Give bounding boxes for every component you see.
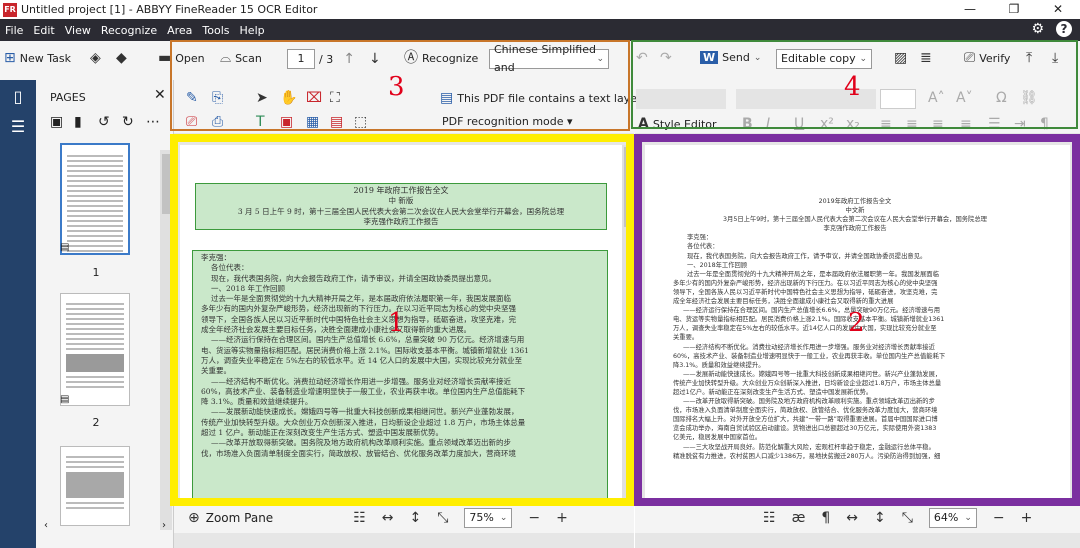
menu-bar: File Edit View Recognize Area Tools Help… (0, 19, 1080, 41)
page-thumbnail-3[interactable] (60, 446, 130, 526)
image-zoom-select[interactable]: 75% ⌄ (464, 508, 513, 528)
minimize-button[interactable]: — (948, 0, 992, 19)
zoom-pane-button[interactable]: ⊕ Zoom Pane (188, 511, 273, 525)
page-number-2: 2 (92, 416, 100, 429)
thumbnail-doc-icon: ▤ (60, 242, 70, 253)
page-number-1: 1 (92, 266, 100, 279)
menu-help[interactable]: Help (235, 24, 270, 37)
layers-add-icon[interactable]: ◈ (90, 51, 101, 65)
pages-scroll-left-icon[interactable]: ‹ (44, 520, 48, 531)
areas-nav-icon[interactable]: ☰ (0, 112, 36, 142)
pages-panel: PAGES ✕ ▣ ▮ ↺ ↻ ⋯ ▤ 1 ▤ 2 ‹ › (36, 80, 174, 548)
page-thumbnail-1[interactable] (60, 143, 130, 255)
annotation-number-1: 1 (388, 308, 405, 338)
close-button[interactable]: ✕ (1036, 0, 1080, 19)
delete-pages-icon[interactable]: ▮ (74, 114, 82, 130)
chevron-down-icon: ⌄ (964, 513, 972, 523)
menu-area[interactable]: Area (162, 24, 197, 37)
layers-icon[interactable]: ◆ (116, 51, 127, 65)
thumbnail-doc-icon: ▤ (60, 394, 70, 405)
left-nav: ▯ ☰ (0, 80, 36, 548)
save-pages-icon[interactable]: ▣ (50, 114, 63, 130)
image-zoom-value: 75% (469, 511, 494, 524)
pages-close-icon[interactable]: ✕ (154, 87, 166, 103)
scale-icon[interactable]: ☷ (353, 511, 366, 525)
fit-height-icon[interactable]: ↕ (409, 511, 421, 525)
zoom-icon: ⊕ (188, 510, 200, 526)
menu-view[interactable]: View (60, 24, 96, 37)
menu-file[interactable]: File (0, 24, 28, 37)
image-pane-bottom-bar: ⊕ Zoom Pane ☷ ↔ ↕ ⤡ 75% ⌄ − + (174, 503, 634, 533)
app-icon: FR (3, 2, 17, 17)
maximize-button[interactable]: ❐ (992, 0, 1036, 19)
rotate-right-icon[interactable]: ↻ (122, 114, 134, 130)
text-zoom-select[interactable]: 64% ⌄ (928, 508, 977, 528)
annotation-number-4: 4 (844, 72, 861, 102)
menu-edit[interactable]: Edit (28, 24, 59, 37)
fit-height-icon[interactable]: ↕ (874, 511, 886, 525)
window-title: Untitled project [1] - ABBYY FineReader … (21, 3, 318, 16)
new-task-icon: ⊞ (4, 50, 16, 66)
zoom-pane-label: Zoom Pane (205, 511, 274, 525)
annotation-number-2: 2 (848, 308, 865, 338)
menu-tools[interactable]: Tools (197, 24, 234, 37)
menu-recognize[interactable]: Recognize (96, 24, 162, 37)
title-bar: FR Untitled project [1] - ABBYY FineRead… (0, 0, 1080, 19)
text-zoom-value: 64% (933, 511, 959, 524)
settings-gear-icon[interactable]: ⚙ (1031, 21, 1044, 37)
scale-icon[interactable]: ☷ (763, 511, 776, 525)
fit-width-icon[interactable]: ↔ (846, 511, 858, 525)
zoom-out-icon[interactable]: − (993, 511, 1005, 525)
pages-panel-title: PAGES (50, 91, 86, 104)
zoom-in-icon[interactable]: + (556, 511, 568, 525)
rotate-left-icon[interactable]: ↺ (98, 114, 110, 130)
fit-width-icon[interactable]: ↔ (382, 511, 394, 525)
help-icon[interactable]: ? (1056, 21, 1072, 37)
fit-page-icon[interactable]: ⤡ (437, 511, 448, 525)
zoom-out-icon[interactable]: − (528, 511, 540, 525)
chevron-down-icon: ⌄ (499, 513, 508, 523)
text-pane-bottom-bar: ☷ æ ¶ ↔ ↕ ⤡ 64% ⌄ − + (635, 503, 1080, 533)
new-task-label: New Task (19, 51, 71, 65)
text-format-icon[interactable]: æ (792, 511, 806, 525)
pages-nav-icon[interactable]: ▯ (0, 82, 36, 112)
annotation-number-3: 3 (388, 72, 405, 102)
new-task-button[interactable]: ⊞ New Task (4, 51, 71, 65)
more-options-icon[interactable]: ⋯ (146, 114, 160, 130)
fit-page-icon[interactable]: ⤡ (902, 511, 913, 525)
page-thumbnail-2[interactable] (60, 293, 130, 406)
zoom-in-icon[interactable]: + (1021, 511, 1033, 525)
pilcrow-icon[interactable]: ¶ (821, 511, 830, 525)
pages-scroll-right-icon[interactable]: › (162, 520, 166, 531)
